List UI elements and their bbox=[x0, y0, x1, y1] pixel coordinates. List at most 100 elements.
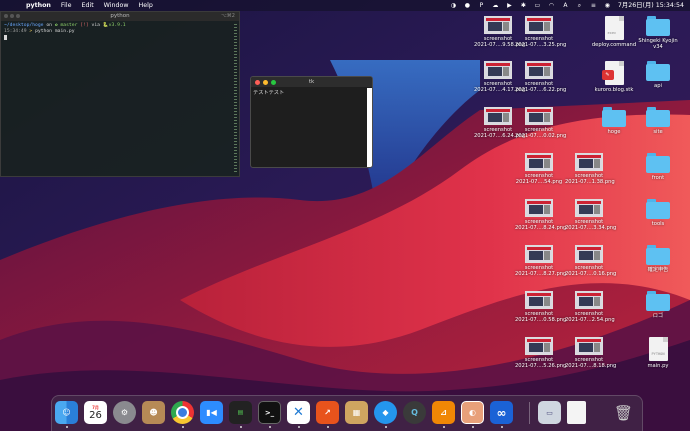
desktop-icon-screenshot-15[interactable]: screenshot 2021-07....5.26.png bbox=[515, 337, 566, 369]
sourcetree-icon[interactable]: ↗ bbox=[316, 401, 339, 424]
desktop-icon-kakuteishinkoku-folder[interactable]: 確定申告 bbox=[634, 245, 682, 273]
terminal-icon[interactable]: >_ bbox=[258, 401, 281, 424]
terminal-window[interactable]: python ⌥⌘2 ~/desktop/hoge on ✿ master [!… bbox=[0, 11, 240, 177]
icon-label: screenshot 2021-07....3.25.png bbox=[515, 36, 566, 48]
running-indicator bbox=[240, 426, 242, 428]
finder-icon[interactable]: ☺ bbox=[55, 401, 78, 424]
menu-edit[interactable]: Edit bbox=[81, 0, 93, 11]
system-preferences-icon[interactable]: ⚙ bbox=[113, 401, 136, 424]
tk-titlebar[interactable]: tk bbox=[251, 77, 372, 87]
record-icon[interactable]: ● bbox=[464, 2, 471, 9]
zoom-icon[interactable] bbox=[271, 80, 276, 85]
desktop-icon-main-py[interactable]: PYTHON main.py bbox=[634, 337, 682, 369]
minimize-icon[interactable] bbox=[10, 14, 14, 18]
desktop-icon-screenshot-8[interactable]: screenshot 2021-07...1.38.png bbox=[565, 153, 615, 185]
icon-label: site bbox=[634, 129, 682, 135]
cloud-icon[interactable]: ☁ bbox=[492, 2, 499, 9]
folder-icon bbox=[646, 291, 670, 311]
menu-window[interactable]: Window bbox=[104, 0, 129, 11]
vscode-icon[interactable]: ✕ bbox=[287, 401, 310, 424]
calendar-icon[interactable]: 7月 26 bbox=[84, 401, 107, 424]
terminal-output[interactable]: ~/desktop/hoge on ✿ master [!] via 🐍v3.9… bbox=[1, 21, 239, 44]
image-thumbnail-icon bbox=[484, 107, 512, 125]
image-thumbnail-icon bbox=[484, 16, 512, 34]
tk-side-panel bbox=[367, 88, 372, 167]
zoom-icon[interactable] bbox=[16, 14, 20, 18]
icon-label-line2: 2021-07....8.18.png bbox=[565, 363, 617, 370]
desktop-icon-screenshot-9[interactable]: screenshot 2021-07....8.24.png bbox=[515, 199, 566, 231]
terminal-scrollbar[interactable] bbox=[234, 24, 237, 174]
spotlight-icon[interactable]: ⌕ bbox=[576, 2, 583, 9]
archive-utility-icon[interactable]: ▦ bbox=[345, 401, 368, 424]
wifi-icon[interactable]: ◠ bbox=[548, 2, 555, 9]
siri-icon[interactable]: ◉ bbox=[604, 2, 611, 9]
icon-label-line2: 2021-07....0.58.png bbox=[515, 317, 567, 324]
bluetooth-icon[interactable]: ✱ bbox=[520, 2, 527, 9]
desktop-icon-screenshot-12[interactable]: screenshot 2021-07....0.16.png bbox=[565, 245, 617, 278]
document-icon[interactable] bbox=[567, 401, 586, 424]
desktop-icon-logo-folder[interactable]: ロゴ bbox=[634, 291, 682, 319]
desktop-icon-screenshot-7[interactable]: screenshot 2021-07....54.png bbox=[515, 153, 563, 185]
desktop-icon-front-folder[interactable]: front bbox=[634, 153, 682, 181]
play-icon[interactable]: ▶ bbox=[506, 2, 513, 9]
desktop-icon-screenshot-6[interactable]: screenshot 2021-07....0.02.png bbox=[515, 107, 566, 139]
activity-monitor-icon[interactable]: ▤ bbox=[229, 401, 252, 424]
apple-icon[interactable] bbox=[9, 2, 16, 9]
icon-label: screenshot 2021-07....8.27.png bbox=[515, 265, 566, 277]
calendar-day: 26 bbox=[89, 409, 102, 421]
control-center-icon[interactable]: ≡ bbox=[590, 2, 597, 9]
prompt-on-word: on bbox=[43, 23, 55, 28]
desktop-icon-hoge-folder[interactable]: hoge bbox=[590, 107, 638, 135]
chrome-icon[interactable] bbox=[171, 401, 194, 424]
desktop-icon-screenshot-2[interactable]: screenshot 2021-07....3.25.png bbox=[515, 16, 566, 48]
terminal-command: python main.py bbox=[35, 29, 75, 34]
input-source-icon[interactable]: A bbox=[562, 2, 569, 9]
battery-icon[interactable]: ▭ bbox=[534, 2, 541, 9]
folder-icon bbox=[646, 199, 670, 219]
prompt-time: 15:34:49 bbox=[4, 29, 27, 34]
drawio-icon[interactable]: ⊿ bbox=[432, 401, 455, 424]
desktop-icon-screenshot-13[interactable]: screenshot 2021-07....0.58.png bbox=[515, 291, 567, 324]
desktop-icon-api-folder[interactable]: api bbox=[634, 61, 682, 89]
zoom-icon[interactable]: ▮◀ bbox=[200, 401, 223, 424]
desktop-icon-site-folder[interactable]: site bbox=[634, 107, 682, 135]
quicktime-icon[interactable]: Q bbox=[403, 401, 426, 424]
image-thumbnail-icon bbox=[575, 199, 603, 217]
close-icon[interactable] bbox=[4, 14, 8, 18]
p-icon[interactable]: P bbox=[478, 2, 485, 9]
icon-label: main.py bbox=[634, 363, 682, 369]
menu-help[interactable]: Help bbox=[139, 0, 153, 11]
icon-label: screenshot 2021-07...1.38.png bbox=[565, 173, 615, 185]
terminal-cursor bbox=[4, 35, 7, 40]
docker-icon[interactable]: ◆ bbox=[374, 401, 397, 424]
desktop-icon-kuroro-blog[interactable]: ✎ kuroro.blog.stk bbox=[590, 61, 638, 93]
icon-label: tools bbox=[634, 221, 682, 227]
menu-clock[interactable]: 7月26日(月) 15:34:54 bbox=[618, 0, 684, 11]
desktop-icon-screenshot-16[interactable]: screenshot 2021-07....8.18.png bbox=[565, 337, 617, 370]
app-icon[interactable]: ◐ bbox=[461, 401, 484, 424]
image-thumbnail-icon bbox=[525, 199, 553, 217]
image-thumbnail-icon bbox=[575, 153, 603, 171]
icon-label-line2: v34 bbox=[653, 44, 663, 51]
minimize-icon[interactable] bbox=[263, 80, 268, 85]
icon-label-line2: 2021-07....0.16.png bbox=[565, 271, 617, 278]
close-icon[interactable] bbox=[255, 80, 260, 85]
infinity-icon[interactable]: ∞ bbox=[490, 401, 513, 424]
contacts-icon[interactable]: ☻ bbox=[142, 401, 165, 424]
menu-app-name[interactable]: python bbox=[26, 0, 51, 11]
network-status-icon[interactable]: ◑ bbox=[450, 2, 457, 9]
desktop-icon-deploy-command[interactable]: exec deploy.command bbox=[590, 16, 638, 48]
tk-window[interactable]: tk テストテスト bbox=[250, 76, 373, 168]
desktop-icon-screenshot-4[interactable]: screenshot 2021-07....6.22.png bbox=[515, 61, 566, 93]
desktop-icon-shingeki-folder[interactable]: Shingeki Kyojin v34 bbox=[634, 16, 682, 50]
desktop-icon-screenshot-14[interactable]: screenshot 2021-07...2.54.png bbox=[565, 291, 615, 323]
icon-label-line1: site bbox=[653, 129, 663, 135]
desktop-icon-tools-folder[interactable]: tools bbox=[634, 199, 682, 227]
preview-icon[interactable]: ▭ bbox=[538, 401, 561, 424]
desktop-icon-screenshot-11[interactable]: screenshot 2021-07....8.27.png bbox=[515, 245, 566, 277]
menu-file[interactable]: File bbox=[61, 0, 72, 11]
trash-icon[interactable]: 🗑 bbox=[612, 401, 635, 424]
icon-label: Shingeki Kyojin v34 bbox=[634, 38, 682, 50]
terminal-titlebar[interactable]: python ⌥⌘2 bbox=[1, 12, 239, 21]
desktop-icon-screenshot-10[interactable]: screenshot 2021-07....3.34.png bbox=[565, 199, 616, 231]
